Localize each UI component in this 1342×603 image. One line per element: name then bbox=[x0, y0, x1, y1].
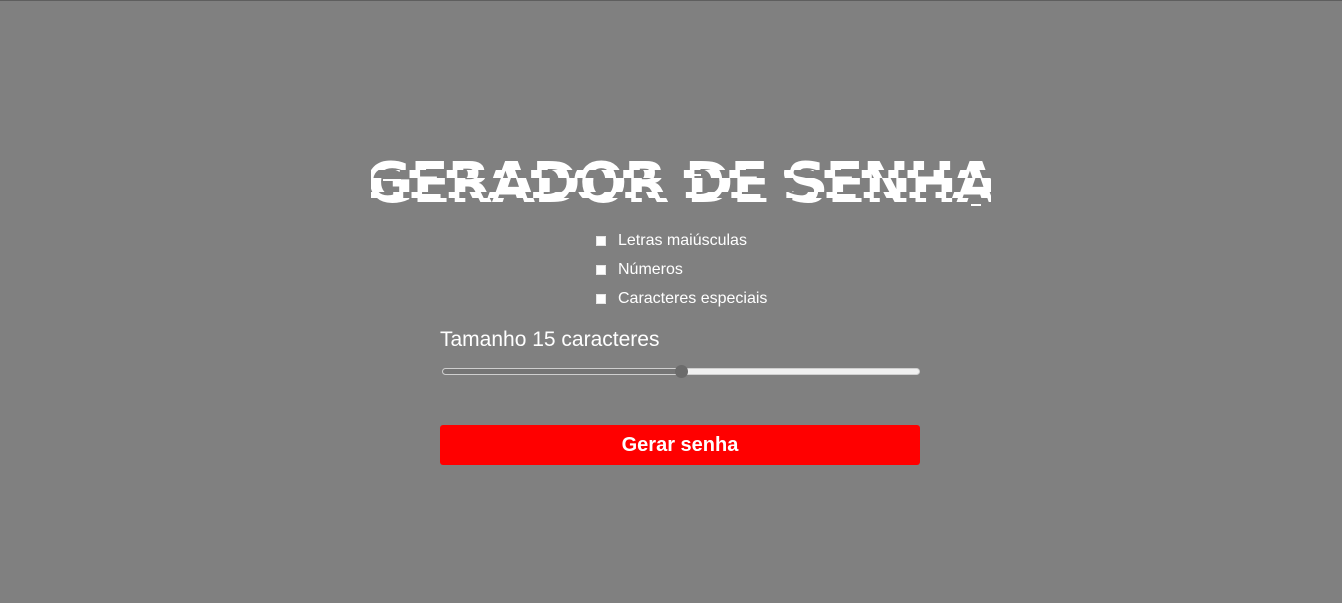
option-numbers[interactable]: Números bbox=[596, 255, 856, 284]
numbers-checkbox[interactable] bbox=[596, 264, 606, 275]
glitch-line bbox=[971, 204, 981, 206]
password-generator: GERADOR DE SENHA GERADOR DE SENHA GERADO… bbox=[0, 0, 1342, 603]
glitch-line bbox=[685, 174, 701, 176]
options-list: Letras maiúsculas Números Caracteres esp… bbox=[596, 226, 856, 313]
numbers-label: Números bbox=[618, 260, 683, 278]
option-uppercase[interactable]: Letras maiúsculas bbox=[596, 226, 856, 255]
glitch-title-graphic: GERADOR DE SENHA GERADOR DE SENHA GERADO… bbox=[371, 151, 991, 216]
glitch-line bbox=[383, 179, 401, 181]
special-characters-label: Caracteres especiais bbox=[618, 289, 768, 307]
length-slider-fill bbox=[443, 369, 681, 374]
generate-password-button[interactable]: Gerar senha bbox=[440, 425, 920, 465]
uppercase-checkbox[interactable] bbox=[596, 235, 606, 246]
option-special-characters[interactable]: Caracteres especiais bbox=[596, 284, 856, 313]
length-slider-thumb[interactable] bbox=[675, 365, 688, 378]
page-title: GERADOR DE SENHA GERADOR DE SENHA GERADO… bbox=[371, 146, 991, 216]
special-characters-checkbox[interactable] bbox=[596, 293, 606, 304]
length-label: Tamanho 15 caracteres bbox=[440, 328, 660, 351]
uppercase-label: Letras maiúsculas bbox=[618, 231, 747, 249]
length-slider[interactable] bbox=[440, 363, 922, 381]
